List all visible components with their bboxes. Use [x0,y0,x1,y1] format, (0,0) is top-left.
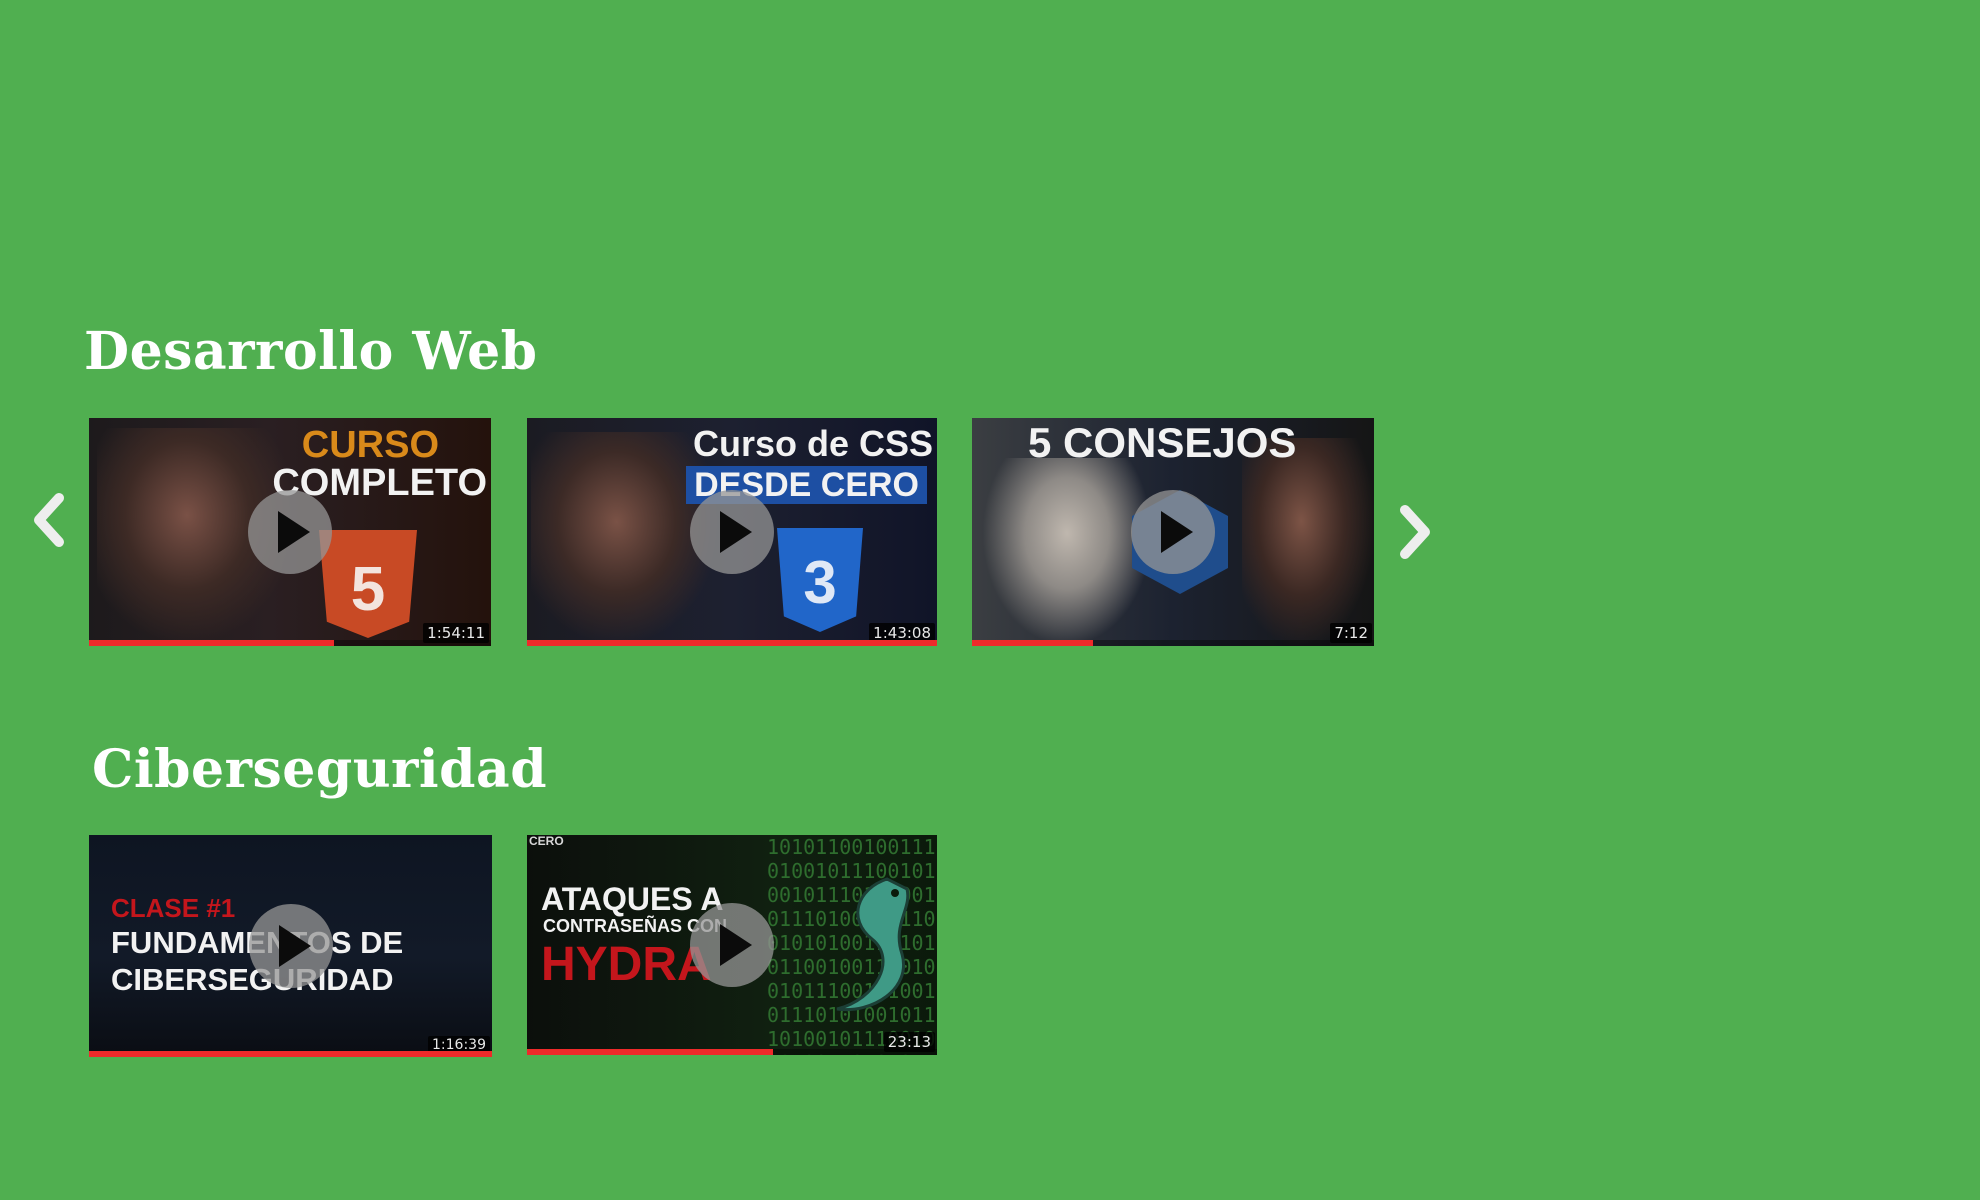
watch-progress-bar [527,1049,937,1055]
watch-progress-bar [527,640,937,646]
thumb-corner-text: CERO [529,835,564,848]
video-card-cpp[interactable]: 5 CONSEJOS 7:12 [972,418,1374,646]
chevron-left-icon [34,493,64,547]
guest-photo [982,458,1152,646]
video-card-ciberseguridad[interactable]: CLASE #1 FUNDAMENTOS DE CIBERSEGURIDAD 1… [89,835,492,1057]
hydra-dragon-icon [836,877,910,1012]
video-card-css[interactable]: 3 Curso de CSS DESDE CERO 1:43:08 [527,418,937,646]
play-icon [690,490,774,574]
thumb-text: Curso de CSS [692,423,933,464]
play-icon [1131,490,1215,574]
play-icon [248,490,332,574]
section-title-ciberseguridad: Ciberseguridad [92,739,548,800]
thumb-text: ATAQUES A [541,881,724,917]
carousel-next-button[interactable] [1390,502,1440,562]
watch-progress-bar [89,1051,492,1057]
chevron-right-icon [1400,505,1430,559]
play-icon [248,904,333,988]
thumb-text: CLASE #1 [111,893,236,923]
video-card-html5[interactable]: 5 CURSO COMPLETO 1:54:11 [89,418,491,646]
presenter-photo [1242,438,1374,646]
thumb-text: CIBERSEGURIDAD [111,962,394,997]
carousel-prev-button[interactable] [24,490,74,550]
section-title-desarrollo-web: Desarrollo Web [84,321,538,382]
watch-progress-bar [89,640,491,646]
thumb-text: HYDRA [541,938,712,991]
thumb-text: 5 CONSEJOS [1028,419,1297,466]
play-icon [690,903,774,987]
css3-logo-icon: 3 [777,528,863,632]
html5-logo-icon: 5 [319,530,417,638]
watch-progress-bar [972,640,1374,646]
video-card-hydra[interactable]: 1010110010011101001011100101001011101010… [527,835,937,1055]
thumb-text: CURSO [301,424,439,466]
